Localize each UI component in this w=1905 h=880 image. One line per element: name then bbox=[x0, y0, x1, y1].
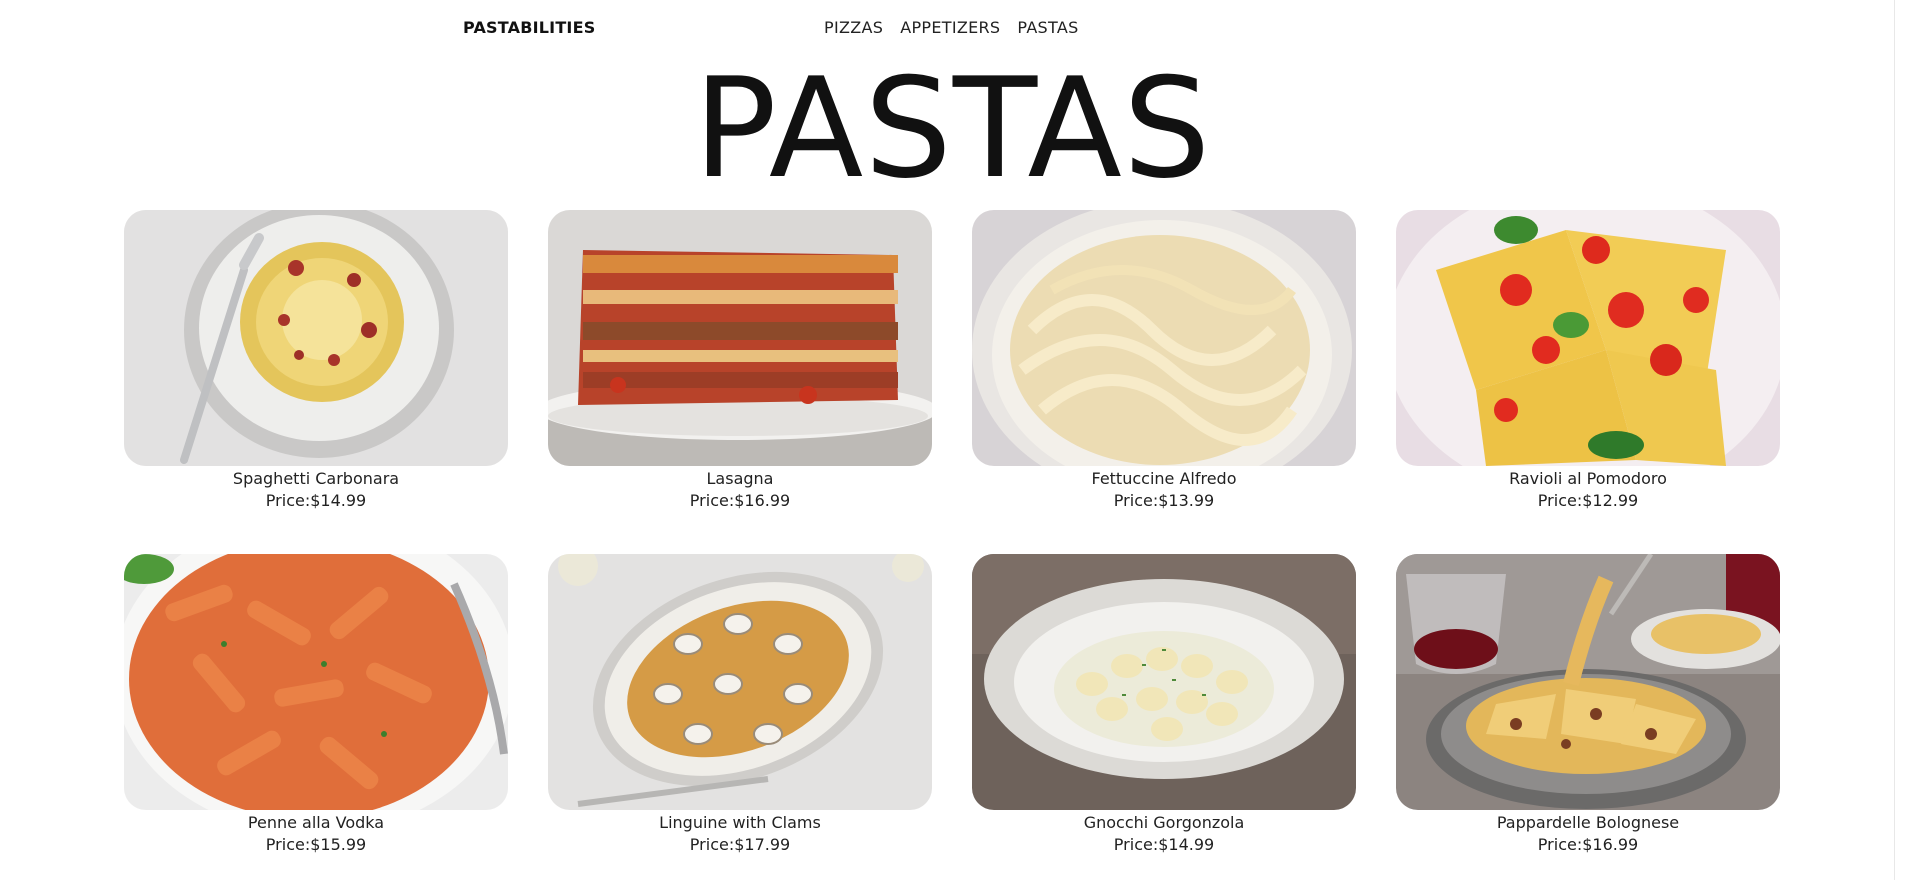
ravioli-pomodoro-photo bbox=[1396, 210, 1780, 466]
dish-price: Price:$16.99 bbox=[689, 491, 791, 510]
dish-card[interactable]: Lasagna Price:$16.99 bbox=[548, 210, 932, 530]
dish-card[interactable]: Pappardelle Bolognese Price:$16.99 bbox=[1396, 554, 1780, 874]
dish-name: Gnocchi Gorgonzola bbox=[1083, 813, 1245, 832]
dish-name: Ravioli al Pomodoro bbox=[1509, 469, 1667, 488]
dish-price: Price:$13.99 bbox=[1113, 491, 1215, 510]
dish-name: Linguine with Clams bbox=[659, 813, 821, 832]
fettuccine-alfredo-photo bbox=[972, 210, 1356, 466]
dish-price: Price:$14.99 bbox=[265, 491, 367, 510]
nav-link-pizzas[interactable]: PIZZAS bbox=[824, 18, 883, 37]
nav-link-appetizers[interactable]: APPETIZERS bbox=[900, 18, 1000, 37]
top-navbar: PASTABILITIES PIZZAS APPETIZERS PASTAS bbox=[0, 18, 1905, 42]
brand-logo-link[interactable]: PASTABILITIES bbox=[463, 18, 595, 37]
dish-card[interactable]: Penne alla Vodka Price:$15.99 bbox=[124, 554, 508, 874]
dish-price: Price:$17.99 bbox=[689, 835, 791, 854]
dish-card[interactable]: Ravioli al Pomodoro Price:$12.99 bbox=[1396, 210, 1780, 530]
dish-card[interactable]: Spaghetti Carbonara Price:$14.99 bbox=[124, 210, 508, 530]
page: PASTABILITIES PIZZAS APPETIZERS PASTAS P… bbox=[0, 0, 1905, 880]
dish-price: Price:$14.99 bbox=[1113, 835, 1215, 854]
dish-price: Price:$12.99 bbox=[1537, 491, 1639, 510]
pappardelle-bolognese-photo bbox=[1396, 554, 1780, 810]
dish-name: Spaghetti Carbonara bbox=[232, 469, 400, 488]
dish-card[interactable]: Fettuccine Alfredo Price:$13.99 bbox=[972, 210, 1356, 530]
gnocchi-gorgonzola-photo bbox=[972, 554, 1356, 810]
nav-links: PIZZAS APPETIZERS PASTAS bbox=[824, 18, 1079, 37]
dish-price: Price:$15.99 bbox=[265, 835, 367, 854]
penne-vodka-photo bbox=[124, 554, 508, 810]
dish-price: Price:$16.99 bbox=[1537, 835, 1639, 854]
dish-name: Lasagna bbox=[706, 469, 774, 488]
dish-name: Penne alla Vodka bbox=[247, 813, 385, 832]
dish-name: Pappardelle Bolognese bbox=[1496, 813, 1680, 832]
spaghetti-carbonara-photo bbox=[124, 210, 508, 466]
page-title: PASTAS bbox=[693, 48, 1212, 209]
nav-link-pastas[interactable]: PASTAS bbox=[1017, 18, 1078, 37]
dish-grid: Spaghetti Carbonara Price:$14.99 Lasagna… bbox=[124, 210, 1780, 874]
dish-card[interactable]: Gnocchi Gorgonzola Price:$14.99 bbox=[972, 554, 1356, 874]
dish-card[interactable]: Linguine with Clams Price:$17.99 bbox=[548, 554, 932, 874]
dish-name: Fettuccine Alfredo bbox=[1091, 469, 1237, 488]
page-scrollbar[interactable] bbox=[1894, 0, 1905, 880]
lasagna-photo bbox=[548, 210, 932, 466]
linguine-clams-photo bbox=[548, 554, 932, 810]
